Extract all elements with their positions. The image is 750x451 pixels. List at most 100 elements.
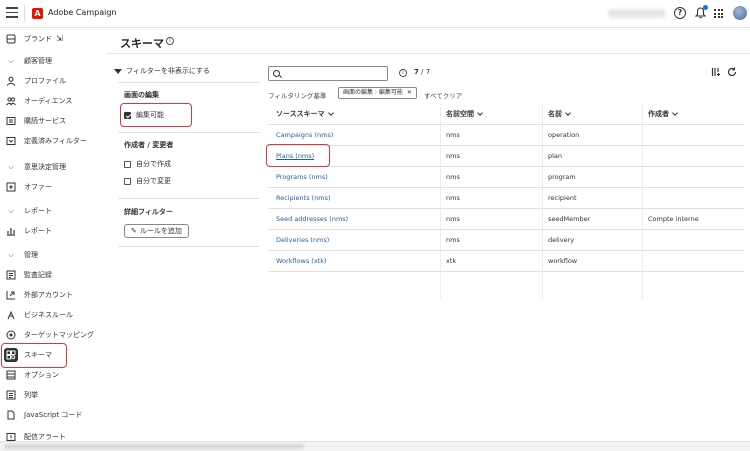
menu-icon[interactable] bbox=[6, 7, 18, 19]
sidebar-section-label: レポート bbox=[24, 207, 52, 215]
avatar[interactable] bbox=[733, 6, 747, 20]
table-row[interactable]: Programs (nms) nms program bbox=[268, 166, 744, 187]
table-row[interactable]: Campaigns (nms) nms operation bbox=[268, 124, 744, 145]
table-cell-author: Compte interne bbox=[648, 215, 699, 223]
highlight-box-plans bbox=[266, 144, 330, 167]
sidebar-item-subscriptions[interactable]: 購読サービス bbox=[0, 112, 106, 130]
chevron-down-icon: ⌵ bbox=[8, 207, 14, 215]
funnel-icon bbox=[114, 68, 122, 74]
sidebar-item-label: 定義済みフィルター bbox=[24, 137, 87, 145]
options-icon bbox=[6, 370, 16, 380]
sidebar-item-label: 列挙 bbox=[24, 391, 38, 399]
filter-criteria-label: フィルタリング基準 bbox=[268, 92, 327, 100]
created-by-me-checkbox[interactable] bbox=[124, 160, 131, 168]
columns-icon[interactable] bbox=[711, 67, 721, 77]
table-row[interactable]: Plans (nms) nms plan bbox=[268, 145, 744, 166]
javascript-icon bbox=[6, 410, 16, 420]
table-row[interactable]: Recipients (nms) nms recipient bbox=[268, 187, 744, 208]
author-section-title: 作成者 / 変更者 bbox=[124, 141, 174, 149]
refresh-icon[interactable] bbox=[727, 67, 737, 77]
sidebar-item-label: オプション bbox=[24, 371, 59, 379]
adobe-logo-icon: A bbox=[32, 8, 43, 19]
sidebar-section-admin[interactable]: ⌵ 管理 bbox=[0, 246, 106, 264]
divider bbox=[118, 132, 260, 133]
table-cell-source-schema[interactable]: Programs (nms) bbox=[276, 173, 328, 181]
info-icon[interactable]: i bbox=[166, 37, 174, 45]
info-icon[interactable]: i bbox=[399, 69, 407, 77]
table-cell-source-schema[interactable]: Deliveries (nms) bbox=[276, 236, 329, 244]
table-cell-namespace: nms bbox=[446, 194, 460, 202]
chevron-down-icon: ⌵ bbox=[8, 251, 14, 259]
hide-filters-label: フィルターを非表示にする bbox=[126, 67, 210, 75]
app-name: Adobe Campaign bbox=[48, 8, 117, 17]
sidebar-item-label: ブランド bbox=[24, 35, 52, 43]
table-cell-source-schema[interactable]: Recipients (nms) bbox=[276, 194, 331, 202]
sidebar-section-customer[interactable]: ⌵ 顧客管理 bbox=[0, 52, 106, 70]
sidebar-item-label: JavaScript コード bbox=[24, 411, 83, 419]
table-row[interactable]: Seed addresses (nms) nms seedMember Compte … bbox=[268, 208, 744, 229]
filter-icon bbox=[6, 136, 16, 146]
sidebar-item-label: 外部アカウント bbox=[24, 291, 73, 299]
sidebar-section-reports[interactable]: ⌵ レポート bbox=[0, 202, 106, 220]
filter-chip[interactable]: 画面の編集 : 編集可能 ✕ bbox=[338, 87, 417, 99]
sidebar-item-javascript[interactable]: JavaScript コード bbox=[0, 406, 106, 424]
external-link-icon: ⇲ bbox=[56, 34, 63, 43]
sidebar-section-decisioning[interactable]: ⌵ 意思決定管理 bbox=[0, 158, 106, 176]
created-by-me-label: 自分で作成 bbox=[136, 160, 171, 168]
status-bar bbox=[0, 441, 750, 451]
org-switcher[interactable] bbox=[608, 9, 666, 18]
help-icon[interactable]: ? bbox=[674, 7, 686, 19]
sidebar-item-profiles[interactable]: プロファイル bbox=[0, 72, 106, 90]
sidebar-item-reports[interactable]: レポート bbox=[0, 222, 106, 240]
table-cell-source-schema[interactable]: Workflows (xtk) bbox=[276, 257, 327, 265]
search-input[interactable] bbox=[268, 66, 388, 81]
sidebar-item-label: オーディエンス bbox=[24, 97, 73, 105]
add-rule-label: ルールを追加 bbox=[139, 227, 182, 235]
created-by-me-filter[interactable]: 自分で作成 bbox=[124, 159, 171, 169]
status-url bbox=[4, 444, 304, 449]
sidebar-item-audit[interactable]: 監査記録 bbox=[0, 266, 106, 284]
sidebar: ブランド ⇲ ⌵ 顧客管理 プロファイル オーディエンス 購読サービス 定義済み… bbox=[0, 28, 106, 451]
sidebar-item-target-mappings[interactable]: ターゲットマッピング bbox=[0, 326, 106, 344]
modified-by-me-filter[interactable]: 自分で変更 bbox=[124, 176, 171, 186]
sidebar-item-offers[interactable]: オファー bbox=[0, 178, 106, 196]
table-row[interactable]: Workflows (xtk) xtk workflow bbox=[268, 250, 744, 271]
highlight-box-editable bbox=[120, 103, 192, 127]
table-cell-namespace: nms bbox=[446, 173, 460, 181]
search-icon bbox=[273, 70, 280, 77]
sidebar-item-predefined-filters[interactable]: 定義済みフィルター bbox=[0, 132, 106, 150]
apps-grid-icon[interactable] bbox=[714, 9, 723, 18]
sidebar-item-label: ビジネスルール bbox=[24, 311, 73, 319]
table-cell-name: operation bbox=[548, 131, 580, 139]
audit-icon bbox=[6, 270, 16, 280]
close-icon[interactable]: ✕ bbox=[407, 89, 412, 96]
profile-icon bbox=[6, 76, 16, 86]
brand-icon bbox=[6, 34, 16, 44]
pencil-icon: ✎ bbox=[131, 227, 137, 235]
modified-by-me-checkbox[interactable] bbox=[124, 177, 131, 185]
audience-icon bbox=[6, 96, 16, 106]
table-row[interactable]: Deliveries (nms) nms delivery bbox=[268, 229, 744, 250]
sidebar-item-brand[interactable]: ブランド ⇲ bbox=[0, 30, 106, 48]
table-cell-source-schema[interactable]: Campaigns (nms) bbox=[276, 131, 333, 139]
sidebar-item-external-accounts[interactable]: 外部アカウント bbox=[0, 286, 106, 304]
highlight-box-schemas bbox=[1, 343, 67, 368]
table-cell-namespace: nms bbox=[446, 215, 460, 223]
top-bar: A Adobe Campaign ? bbox=[0, 0, 750, 28]
sidebar-item-options[interactable]: オプション bbox=[0, 366, 106, 384]
sidebar-item-label: プロファイル bbox=[24, 77, 66, 85]
enumeration-icon bbox=[6, 390, 16, 400]
notification-dot bbox=[703, 5, 708, 10]
sidebar-item-audiences[interactable]: オーディエンス bbox=[0, 92, 106, 110]
clear-all-link[interactable]: すべてクリア bbox=[424, 90, 462, 100]
offer-icon bbox=[6, 182, 16, 192]
business-rule-icon bbox=[6, 310, 16, 320]
sidebar-item-business-rules[interactable]: ビジネスルール bbox=[0, 306, 106, 324]
sidebar-section-label: 意思決定管理 bbox=[24, 163, 66, 171]
bell-icon[interactable] bbox=[694, 5, 708, 19]
hide-filters-toggle[interactable]: フィルターを非表示にする bbox=[114, 66, 210, 76]
external-account-icon bbox=[6, 290, 16, 300]
table-cell-source-schema[interactable]: Seed addresses (nms) bbox=[276, 215, 348, 223]
sidebar-item-enumerations[interactable]: 列挙 bbox=[0, 386, 106, 404]
add-rule-button[interactable]: ✎ ルールを追加 bbox=[124, 224, 189, 238]
